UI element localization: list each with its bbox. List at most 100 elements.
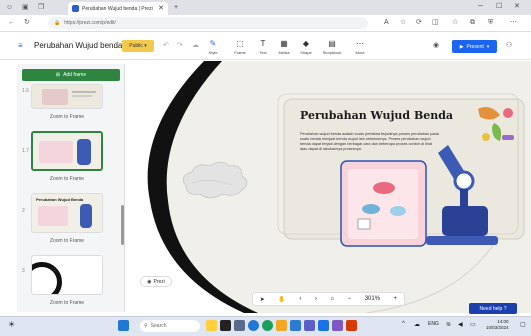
prezi-canvas[interactable] [126, 61, 531, 313]
add-frame-button[interactable]: ⊞ Add frame [22, 69, 120, 81]
frame-thumbnail[interactable]: Perubahan Wujud Benda [31, 193, 103, 233]
favorite-star-icon[interactable]: ☆ [400, 19, 406, 26]
workspaces-icon[interactable]: ▣ [22, 4, 29, 11]
app-icon[interactable] [318, 320, 329, 331]
slide-title[interactable]: Perubahan Wujud Benda [300, 109, 453, 122]
media-icon: ▦ [280, 38, 288, 48]
edge-icon[interactable] [248, 320, 259, 331]
frame-tool[interactable]: ⬚ Frame [230, 36, 250, 58]
zoom-to-frame-label[interactable]: Zoom to Frame [31, 238, 103, 244]
tab-title: Perubahan Wujud benda | Prezi [82, 5, 153, 12]
app-icon[interactable] [346, 320, 357, 331]
menu-dots-icon[interactable]: ⋯ [510, 19, 517, 26]
frame-icon: ⬚ [236, 38, 244, 48]
shape-tool[interactable]: ◆ Shape [296, 36, 316, 58]
close-window-button[interactable]: ✕ [514, 3, 520, 10]
back-icon[interactable]: ← [8, 19, 15, 26]
chevron-up-icon[interactable]: ^ [402, 321, 405, 327]
volume-icon[interactable]: ◀ [458, 321, 463, 328]
home-icon[interactable]: ⌂ [330, 296, 334, 302]
prezi-logo-label: Prezi [153, 278, 165, 285]
shield-icon[interactable]: ⛨ [488, 19, 493, 26]
app-icon[interactable] [234, 320, 245, 331]
notification-icon[interactable]: ▢ [520, 321, 526, 328]
text-icon: T [260, 38, 266, 48]
storyblock-tool[interactable]: ▤ Storyblock [322, 36, 342, 58]
frame-number: 2 [22, 208, 25, 214]
zoom-to-frame-label[interactable]: Zoom to Frame [31, 300, 103, 306]
presentation-title[interactable]: Perubahan Wujud benda [34, 41, 122, 50]
panel-scrollbar[interactable] [121, 205, 124, 245]
chrome-icon[interactable] [262, 320, 273, 331]
url-text: https://prezi.com/p/edit/ [64, 20, 116, 26]
navigation-bar: ➤ ✋ ‹ › ⌂ − 301% + [252, 292, 405, 306]
previous-icon[interactable]: ‹ [299, 296, 301, 302]
frame-number: 1.6 [22, 88, 29, 94]
share-icon[interactable]: ⚇ [506, 42, 512, 49]
teams-icon[interactable] [304, 320, 315, 331]
tool-label: Media [278, 49, 290, 55]
cloud-save-icon: ☁ [192, 42, 199, 49]
need-help-button[interactable]: Need help ? [469, 303, 517, 314]
extensions-icon[interactable]: ⟳ [416, 19, 422, 26]
more-tool[interactable]: ⋯ More [350, 36, 370, 58]
maximize-button[interactable]: ☐ [496, 3, 502, 10]
taskbar-clock[interactable]: 14:00 10/03/2024 [486, 319, 509, 331]
tool-label: Shape [300, 49, 312, 55]
present-button[interactable]: ▶ Present ▾ [452, 40, 497, 53]
url-field[interactable]: 🔒 https://prezi.com/p/edit/ [48, 17, 368, 29]
file-explorer-icon[interactable] [276, 320, 287, 331]
canvas-artwork [126, 61, 531, 313]
brush-icon: ✎ [209, 38, 217, 48]
zoom-out-icon[interactable]: − [348, 296, 352, 302]
language-icon[interactable]: ENG [428, 321, 439, 327]
zoom-to-frame-label[interactable]: Zoom to Frame [31, 176, 103, 182]
redo-icon[interactable]: ↷ [177, 42, 183, 49]
slide-body-text[interactable]: Perubahan wujud benda adalah suatu peris… [300, 132, 440, 152]
preview-eye-icon[interactable]: ◉ [433, 42, 439, 49]
frame-thumbnail-selected[interactable] [31, 131, 103, 171]
close-tab-icon[interactable]: ✕ [158, 5, 164, 12]
zoom-to-frame-label[interactable]: Zoom to Frame [31, 114, 103, 120]
next-icon[interactable]: › [315, 296, 317, 302]
split-screen-icon[interactable]: ◫ [432, 19, 439, 26]
style-tool[interactable]: ✎ Style [203, 36, 223, 58]
windows-start-icon[interactable] [118, 320, 129, 331]
more-icon: ⋯ [356, 38, 364, 48]
browser-tab[interactable]: Perubahan Wujud benda | Prezi ✕ [68, 2, 168, 15]
hamburger-menu-icon[interactable]: ≡ [18, 41, 23, 50]
refresh-icon[interactable]: ↻ [24, 19, 30, 26]
task-view-icon[interactable] [220, 320, 231, 331]
clock-date: 10/03/2024 [486, 325, 509, 330]
pointer-icon[interactable]: ➤ [260, 296, 265, 303]
need-help-label: Need help [479, 305, 503, 312]
undo-icon[interactable]: ↶ [163, 42, 169, 49]
play-icon: ▶ [459, 43, 464, 50]
collections-icon[interactable]: ⧉ [470, 19, 475, 26]
app-icon[interactable] [332, 320, 343, 331]
tool-label: Frame [234, 49, 246, 55]
new-tab-button[interactable]: + [174, 4, 178, 11]
cloud-icon[interactable]: ☁ [414, 321, 420, 328]
app-icon[interactable] [206, 320, 217, 331]
weather-icon[interactable]: ☀ [8, 320, 15, 329]
search-placeholder: Search [150, 323, 167, 329]
public-button[interactable]: Public ▾ [122, 40, 154, 52]
minimize-button[interactable]: ─ [478, 3, 483, 10]
tool-label: Storyblock [322, 49, 342, 55]
taskbar-search[interactable]: ⚲ Search [140, 320, 200, 332]
favorites-icon[interactable]: ☆ [452, 19, 458, 26]
zoom-in-icon[interactable]: + [394, 296, 398, 302]
app-icon[interactable] [290, 320, 301, 331]
battery-icon[interactable]: ▭ [470, 321, 476, 328]
wifi-icon[interactable]: ≋ [446, 321, 451, 328]
prezi-logo[interactable]: ◉ Prezi [140, 276, 172, 287]
text-tool[interactable]: T Text [253, 36, 273, 58]
tab-actions-icon[interactable]: ❐ [38, 4, 44, 11]
frame-thumbnail[interactable] [31, 84, 103, 109]
profile-icon[interactable]: ☺ [6, 4, 13, 11]
media-tool[interactable]: ▦ Media [274, 36, 294, 58]
hand-icon[interactable]: ✋ [278, 296, 285, 303]
read-aloud-icon[interactable]: A [384, 19, 389, 26]
frame-thumbnail[interactable] [31, 255, 103, 295]
